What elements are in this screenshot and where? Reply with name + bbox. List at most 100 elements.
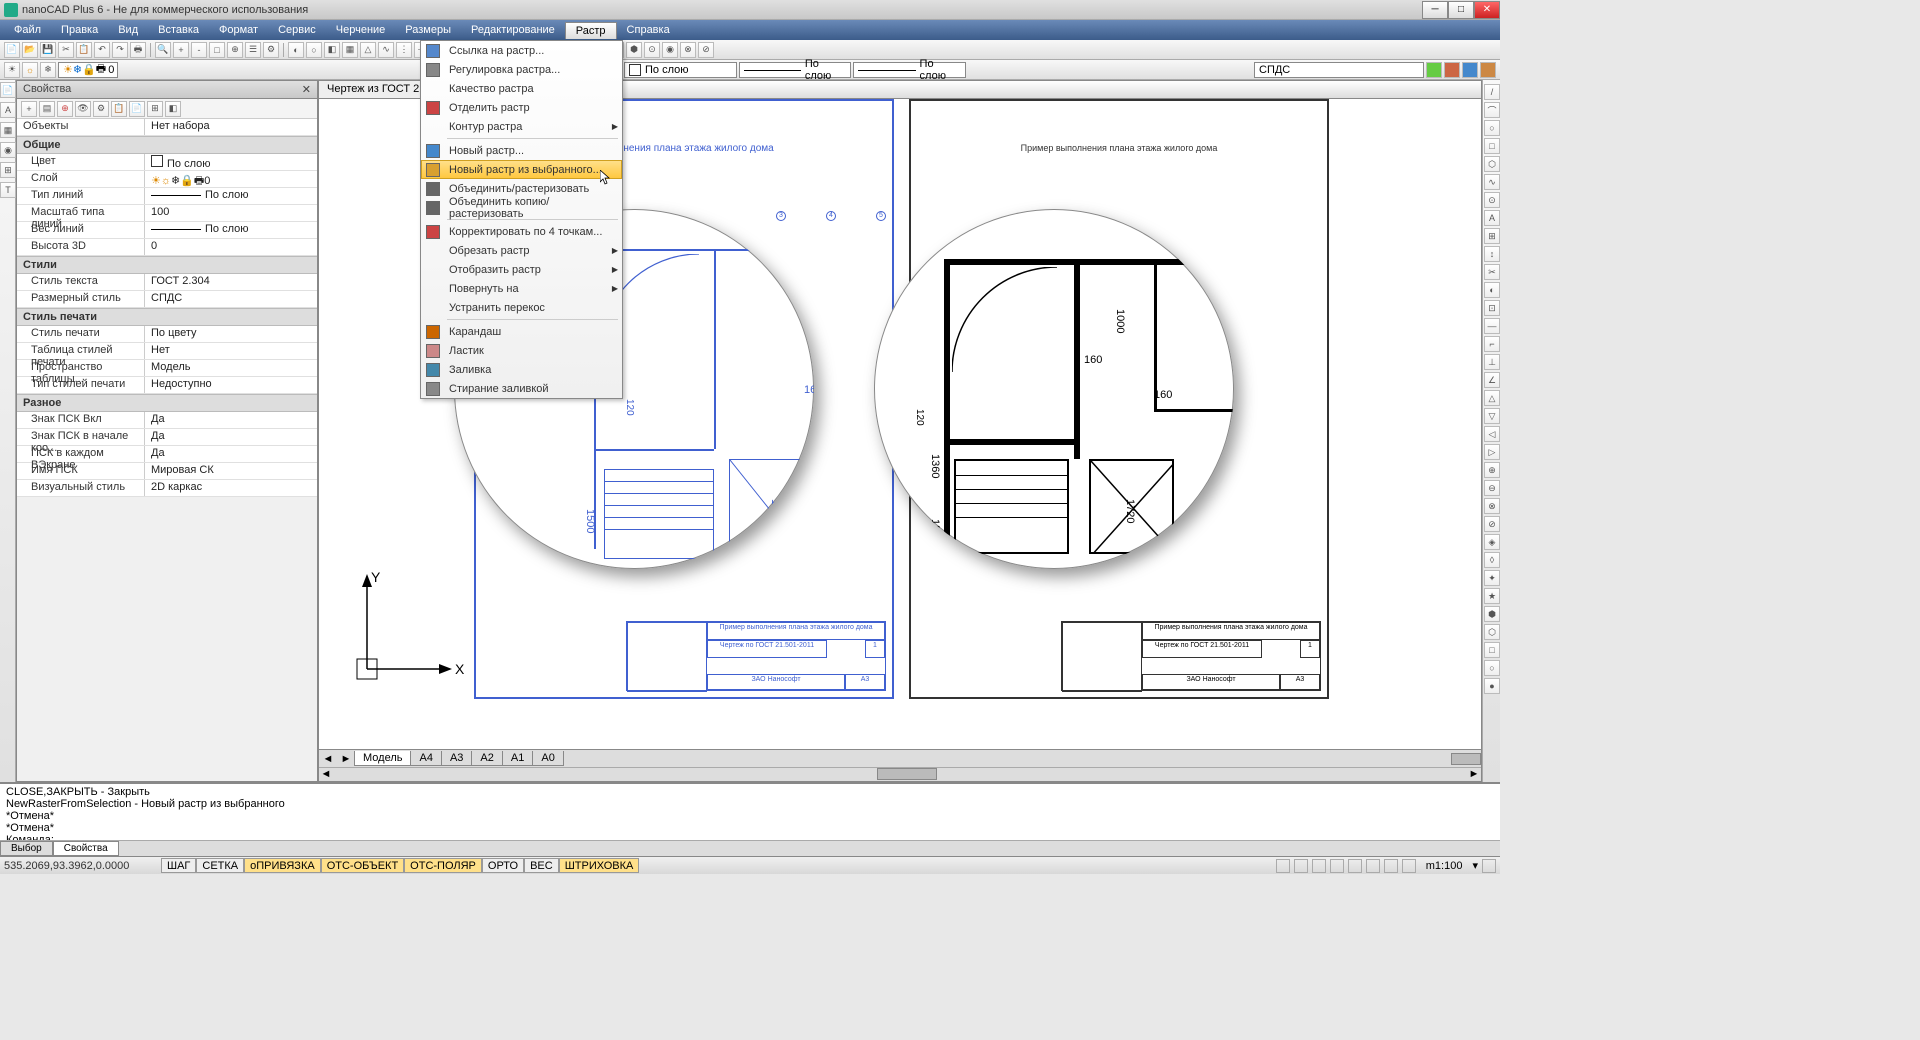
bottom-tab[interactable]: Свойства	[53, 841, 119, 856]
status-icon[interactable]	[1384, 859, 1398, 873]
maximize-button[interactable]: □	[1448, 1, 1474, 19]
tb-icon[interactable]	[1426, 62, 1442, 78]
menu-item[interactable]: Заливка	[421, 360, 622, 379]
toolbar-button[interactable]: ⊘	[698, 42, 714, 58]
menu-файл[interactable]: Файл	[4, 22, 51, 38]
bottom-tab[interactable]: Выбор	[0, 841, 53, 856]
property-row[interactable]: ПСК в каждом ВЭкранеДа	[17, 446, 317, 463]
toolbar-button[interactable]: ▦	[342, 42, 358, 58]
menu-растр[interactable]: Растр	[565, 22, 617, 39]
panel-close-icon[interactable]: ✕	[302, 83, 311, 96]
right-toolbar-button[interactable]: ⬢	[1484, 606, 1500, 622]
toolbar-button[interactable]: ⊙	[644, 42, 660, 58]
rail-icon[interactable]: ▦	[0, 122, 16, 138]
command-line[interactable]: CLOSE,ЗАКРЫТЬ - Закрыть NewRasterFromSel…	[0, 782, 1500, 840]
right-toolbar-button[interactable]: ○	[1484, 660, 1500, 676]
status-icon[interactable]	[1366, 859, 1380, 873]
property-row[interactable]: Вес линийПо слою	[17, 222, 317, 239]
property-row[interactable]: Визуальный стиль2D каркас	[17, 480, 317, 497]
right-toolbar-button[interactable]: ◊	[1484, 552, 1500, 568]
toolbar-button[interactable]: ◐	[288, 42, 304, 58]
menu-item[interactable]: Контур растра▶	[421, 117, 622, 136]
right-toolbar-button[interactable]: ⊞	[1484, 228, 1500, 244]
property-group-header[interactable]: Разное	[17, 394, 317, 412]
property-row[interactable]: Размерный стильСПДС	[17, 291, 317, 308]
menu-item[interactable]: Устранить перекос	[421, 298, 622, 317]
toolbar-button[interactable]: ↶	[94, 42, 110, 58]
right-toolbar-button[interactable]: ⌒	[1484, 102, 1500, 118]
right-toolbar-button[interactable]: □	[1484, 642, 1500, 658]
layout-tab[interactable]: A2	[471, 751, 502, 766]
props-tool-icon[interactable]: ◧	[165, 101, 181, 117]
property-row[interactable]: Стиль печатиПо цвету	[17, 326, 317, 343]
right-toolbar-button[interactable]: ●	[1484, 678, 1500, 694]
status-toggle[interactable]: ОРТО	[482, 858, 524, 873]
layout-tab[interactable]: A3	[441, 751, 472, 766]
right-toolbar-button[interactable]: □	[1484, 138, 1500, 154]
status-icon[interactable]	[1294, 859, 1308, 873]
spds-combo[interactable]: СПДС	[1254, 62, 1424, 78]
minimize-button[interactable]: ─	[1422, 1, 1448, 19]
toolbar-button[interactable]: ○	[306, 42, 322, 58]
right-toolbar-button[interactable]: ⌐	[1484, 336, 1500, 352]
status-icon[interactable]	[1312, 859, 1326, 873]
menu-item[interactable]: Ссылка на растр...	[421, 41, 622, 60]
right-toolbar-button[interactable]: ◁	[1484, 426, 1500, 442]
right-toolbar-button[interactable]: ↕	[1484, 246, 1500, 262]
menu-размеры[interactable]: Размеры	[395, 22, 461, 38]
toolbar-button[interactable]: ⋮	[396, 42, 412, 58]
right-toolbar-button[interactable]: ⬡	[1484, 624, 1500, 640]
rail-icon[interactable]: 📄	[0, 82, 16, 98]
toolbar-button[interactable]: -	[191, 42, 207, 58]
right-toolbar-button[interactable]: ⬡	[1484, 156, 1500, 172]
toolbar-button[interactable]: ∿	[378, 42, 394, 58]
tb-icon[interactable]	[1462, 62, 1478, 78]
status-icon[interactable]	[1402, 859, 1416, 873]
props-tool-icon[interactable]: ⚙	[93, 101, 109, 117]
rail-icon[interactable]: ⊞	[0, 162, 16, 178]
tab-scroll-right-icon[interactable]: ►	[337, 753, 355, 765]
color-combo[interactable]: По слою	[624, 62, 737, 78]
toolbar-button[interactable]: 🖶	[130, 42, 146, 58]
status-toggle[interactable]: ШТРИХОВКА	[559, 858, 640, 873]
right-toolbar-button[interactable]: ⊘	[1484, 516, 1500, 532]
property-row[interactable]: Тип стилей печатиНедоступно	[17, 377, 317, 394]
property-row[interactable]: Стиль текстаГОСТ 2.304	[17, 274, 317, 291]
right-toolbar-button[interactable]: ⊡	[1484, 300, 1500, 316]
status-toggle[interactable]: СЕТКА	[196, 858, 244, 873]
rail-icon[interactable]: T	[0, 182, 16, 198]
props-tool-icon[interactable]: 📋	[111, 101, 127, 117]
layout-tab[interactable]: A1	[502, 751, 533, 766]
toolbar-button[interactable]: 📂	[22, 42, 38, 58]
menu-item[interactable]: Новый растр...	[421, 141, 622, 160]
menu-item[interactable]: Регулировка растра...	[421, 60, 622, 79]
right-toolbar-button[interactable]: △	[1484, 390, 1500, 406]
menu-item[interactable]: Отделить растр	[421, 98, 622, 117]
scale-dropdown-icon[interactable]: ▾	[1472, 859, 1478, 872]
rail-icon[interactable]: A	[0, 102, 16, 118]
right-toolbar-button[interactable]: ✦	[1484, 570, 1500, 586]
status-toggle[interactable]: ОТС-ОБЪЕКТ	[321, 858, 404, 873]
menu-вставка[interactable]: Вставка	[148, 22, 209, 38]
right-toolbar-button[interactable]: ◈	[1484, 534, 1500, 550]
right-toolbar-button[interactable]: A	[1484, 210, 1500, 226]
close-button[interactable]: ✕	[1474, 1, 1500, 19]
hscroll-thumb[interactable]	[1451, 753, 1481, 765]
toolbar-button[interactable]: ◉	[662, 42, 678, 58]
tb-icon[interactable]	[1480, 62, 1496, 78]
right-toolbar-button[interactable]: ⊕	[1484, 462, 1500, 478]
menu-справка[interactable]: Справка	[617, 22, 680, 38]
right-toolbar-button[interactable]: ⊖	[1484, 480, 1500, 496]
property-row[interactable]: ЦветПо слою	[17, 154, 317, 171]
menu-сервис[interactable]: Сервис	[268, 22, 326, 38]
menu-item[interactable]: Стирание заливкой	[421, 379, 622, 398]
tb-sun-icon[interactable]: ☼	[22, 62, 38, 78]
props-tool-icon[interactable]: ⊕	[57, 101, 73, 117]
props-tool-icon[interactable]: 📄	[129, 101, 145, 117]
toolbar-button[interactable]: 🔍	[155, 42, 171, 58]
toolbar-button[interactable]: ⊗	[680, 42, 696, 58]
menu-item[interactable]: Карандаш	[421, 322, 622, 341]
status-toggle[interactable]: оПРИВЯЗКА	[244, 858, 321, 873]
toolbar-button[interactable]: ☰	[245, 42, 261, 58]
property-row[interactable]: Таблица стилей печатиНет	[17, 343, 317, 360]
